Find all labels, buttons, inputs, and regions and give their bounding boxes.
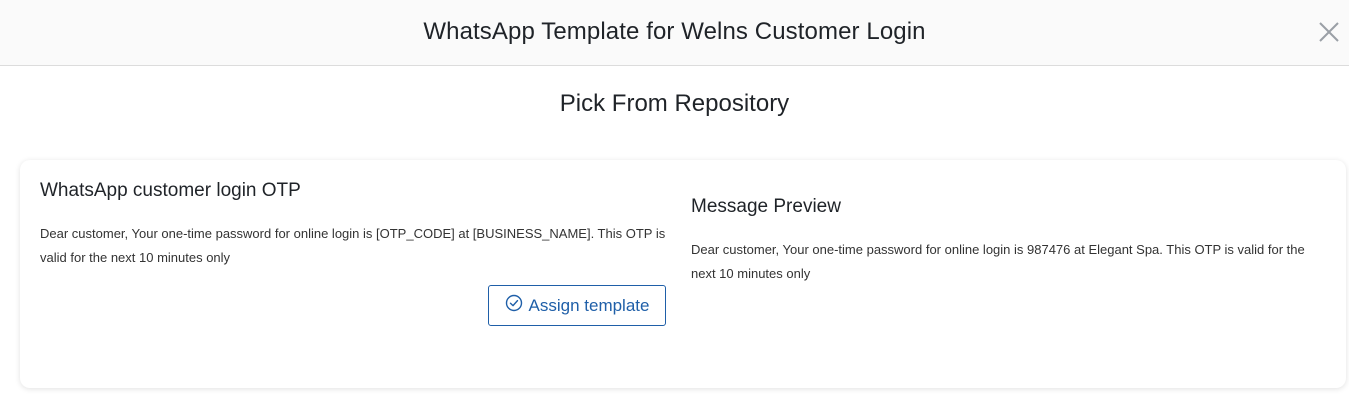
check-circle-icon (505, 294, 523, 317)
modal-title: WhatsApp Template for Welns Customer Log… (423, 18, 926, 45)
template-name: WhatsApp customer login OTP (40, 180, 301, 201)
template-modal: WhatsApp Template for Welns Customer Log… (0, 0, 1349, 408)
template-card: WhatsApp customer login OTP Dear custome… (20, 160, 1346, 388)
preview-body: Dear customer, Your one-time password fo… (691, 242, 1305, 281)
template-body: Dear customer, Your one-time password fo… (40, 226, 666, 265)
preview-title: Message Preview (691, 196, 841, 217)
modal-header: WhatsApp Template for Welns Customer Log… (0, 0, 1349, 66)
message-preview: Message Preview Dear customer, Your one-… (691, 196, 1331, 286)
assign-template-label: Assign template (528, 295, 650, 315)
section-title: Pick From Repository (559, 90, 790, 117)
modal-body: Pick From Repository WhatsApp customer l… (0, 66, 1349, 408)
assign-template-button[interactable]: Assign template (488, 285, 666, 326)
template-details: WhatsApp customer login OTP Dear custome… (40, 180, 680, 270)
close-icon[interactable] (1317, 20, 1341, 44)
